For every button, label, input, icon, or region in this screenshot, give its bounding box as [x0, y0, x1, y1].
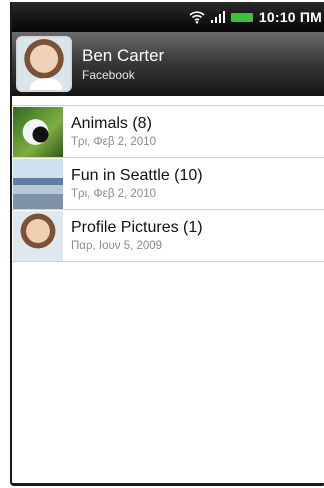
album-date: Τρι, Φεβ 2, 2010 [71, 187, 156, 200]
header-separator [12, 96, 324, 106]
status-bar: 10:10 ΠΜ [12, 2, 324, 32]
account-name: Ben Carter [82, 46, 165, 65]
account-source: Facebook [82, 68, 135, 82]
album-thumbnail [13, 210, 63, 261]
album-list: Animals (8) Τρι, Φεβ 2, 2010 Fun in Seat… [12, 106, 324, 262]
album-row-profile-pictures[interactable]: Profile Pictures (1) Παρ, Ιουν 5, 2009 [12, 210, 324, 262]
album-title: Profile Pictures (1) [71, 218, 203, 236]
battery-icon [230, 12, 253, 22]
account-header[interactable]: Ben Carter Facebook [12, 32, 324, 96]
album-date: Παρ, Ιουν 5, 2009 [71, 239, 163, 252]
account-info: Ben Carter Facebook [82, 45, 164, 83]
wifi-icon [189, 10, 205, 24]
album-thumbnail [13, 106, 63, 157]
album-row-animals[interactable]: Animals (8) Τρι, Φεβ 2, 2010 [12, 106, 324, 158]
album-date: Τρι, Φεβ 2, 2010 [71, 135, 156, 148]
album-row-fun-in-seattle[interactable]: Fun in Seattle (10) Τρι, Φεβ 2, 2010 [12, 158, 324, 210]
album-thumbnail [13, 158, 63, 209]
album-title: Fun in Seattle (10) [71, 166, 203, 184]
signal-icon [210, 11, 225, 23]
phone-screen: 10:10 ΠΜ Ben Carter Facebook Animals (8)… [10, 2, 324, 486]
status-time: 10:10 ΠΜ [258, 9, 322, 25]
album-title: Animals (8) [71, 114, 152, 132]
account-avatar [16, 36, 72, 92]
